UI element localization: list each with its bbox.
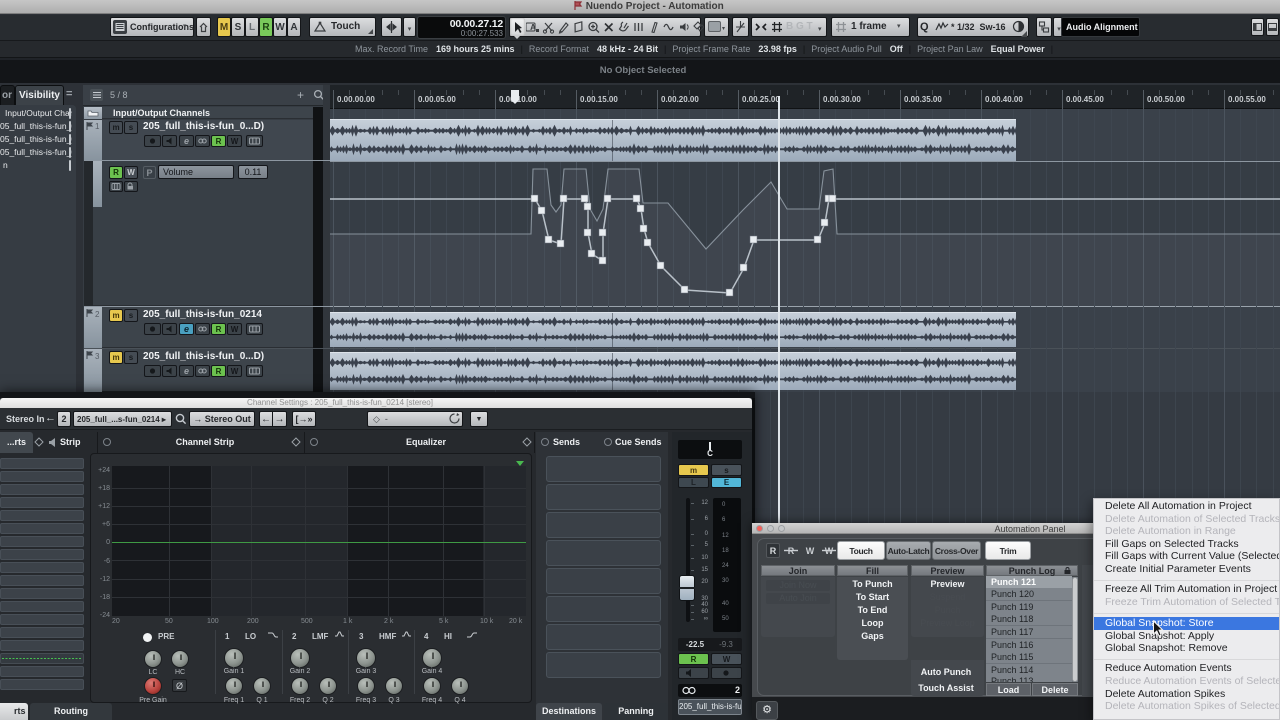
svg-text:W: W [806, 546, 815, 556]
svg-text:A: A [530, 23, 536, 32]
